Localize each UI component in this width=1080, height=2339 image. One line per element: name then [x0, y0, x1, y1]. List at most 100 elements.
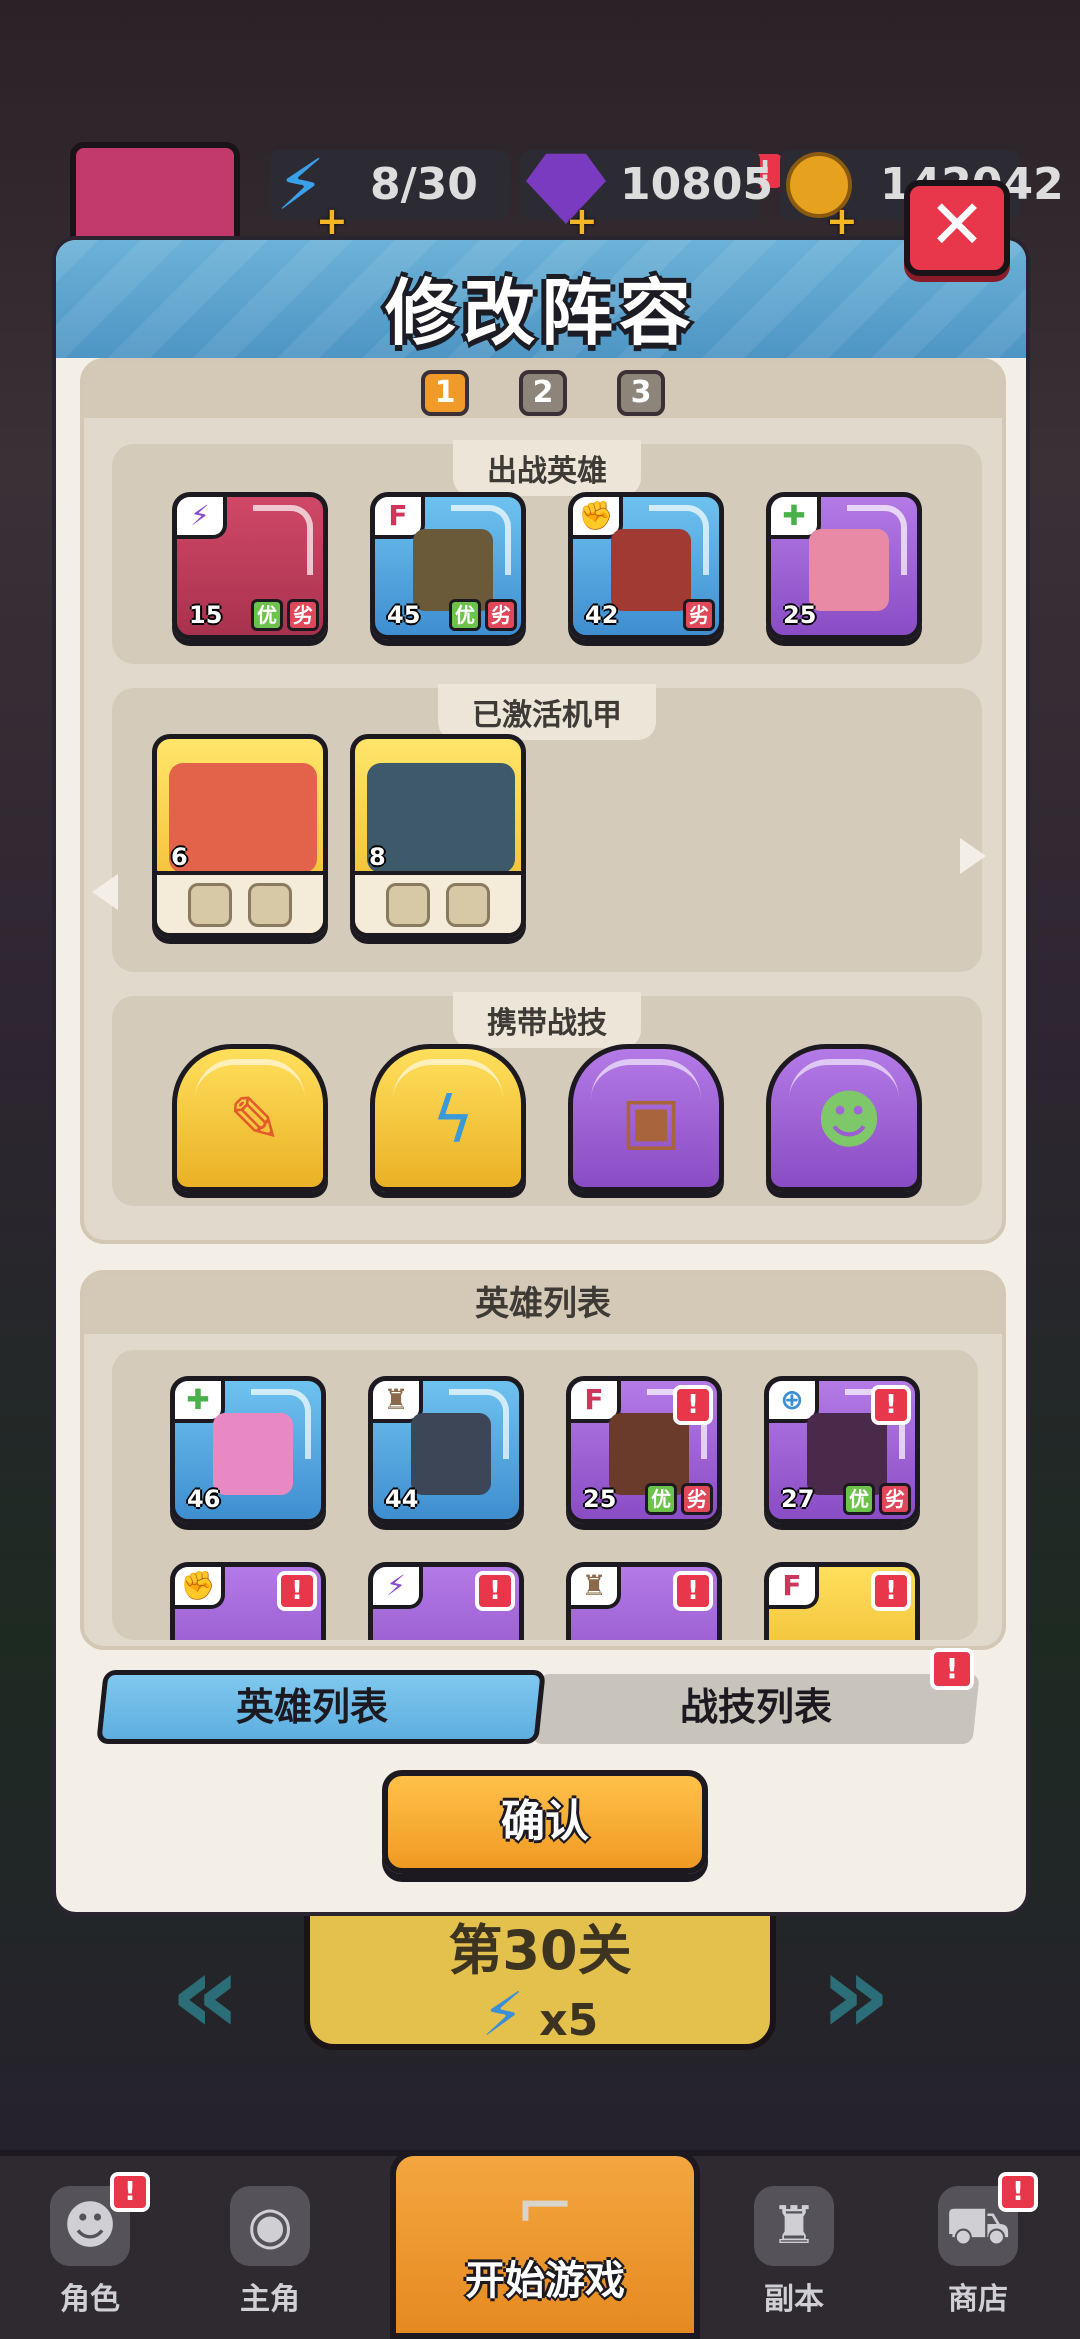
mech-portrait: [367, 763, 515, 873]
stage-cost: ⚡ x5: [310, 1980, 770, 2050]
hero-list-item[interactable]: ⊕ ! 27 优 劣: [764, 1376, 920, 1524]
stage-cost-value: x5: [539, 1995, 599, 2046]
hero-slot-3[interactable]: ✊ 42 劣: [568, 492, 724, 640]
fist-icon: ✊: [175, 1567, 225, 1609]
hero-slot-1[interactable]: ⚡ 15 优 劣: [172, 492, 328, 640]
hero-level: 42: [585, 601, 619, 629]
nav-dungeon[interactable]: ♜ 副本: [724, 2186, 864, 2318]
mech-pilots: [157, 871, 323, 933]
hero-level: 45: [387, 601, 421, 629]
nav-alert-badge: !: [110, 2172, 150, 2212]
stage-panel: 第30关 ⚡ x5: [304, 1900, 776, 2050]
lineup-tabs: 1 2 3: [84, 362, 1002, 418]
bolt-skill-icon: ϟ: [431, 1084, 475, 1158]
hero-list-item[interactable]: ♜ !: [566, 1562, 722, 1640]
nav-protagonist[interactable]: ◉ 主角: [200, 2186, 340, 2318]
hero-list-title: 英雄列表: [84, 1274, 1002, 1334]
mech-card-2[interactable]: 8: [350, 734, 526, 938]
weakness-tag: 劣: [683, 599, 715, 631]
weakness-tag: 劣: [287, 599, 319, 631]
rook-icon: ♜: [571, 1567, 621, 1609]
edit-lineup-modal: 修改阵容 1 2 3 出战英雄 ⚡ 15 优 劣 F 45 优 劣 ✊ 42 劣…: [52, 236, 1030, 1916]
hero-level: 25: [583, 1485, 617, 1513]
gem-counter[interactable]: + 10805: [520, 150, 773, 243]
hero-level: 46: [187, 1485, 221, 1513]
section-label-skills: 携带战技: [453, 992, 641, 1048]
hero-list-panel: 英雄列表 ✚ 46 ♜ 44 F ! 25 优 劣 ⊕ ! 27 优 劣 ✊ !…: [80, 1270, 1006, 1650]
hero-level: 25: [783, 601, 817, 629]
lineup-panel: 1 2 3 出战英雄 ⚡ 15 优 劣 F 45 优 劣 ✊ 42 劣 ✚ 25…: [80, 358, 1006, 1244]
skill-slot-4[interactable]: ☻: [766, 1044, 922, 1192]
weakness-tag: 劣: [681, 1483, 713, 1515]
skill-slot-3[interactable]: ▣: [568, 1044, 724, 1192]
new-alert-badge: !: [871, 1385, 911, 1425]
next-stage-chevron-icon[interactable]: »: [820, 1930, 891, 2058]
pilot-avatar: [446, 883, 490, 927]
start-game-button[interactable]: ⌐ 开始游戏: [390, 2150, 700, 2339]
mech-level: 8: [369, 843, 386, 871]
pencil-skill-icon: ✎: [228, 1084, 282, 1158]
hero-portrait: [611, 529, 691, 611]
hero-slot-2[interactable]: F 45 优 劣: [370, 492, 526, 640]
nav-shop[interactable]: ⛟ 商店 !: [908, 2172, 1048, 2318]
skill-slot-1[interactable]: ✎: [172, 1044, 328, 1192]
prev-stage-chevron-icon[interactable]: «: [170, 1930, 241, 2058]
lineup-tab-2[interactable]: 2: [519, 370, 567, 416]
hero-list-item[interactable]: F ! 25 优 劣: [566, 1376, 722, 1524]
lineup-tab-3[interactable]: 3: [617, 370, 665, 416]
shield-skill-icon: ▣: [620, 1084, 682, 1158]
zombie-skill-icon: ☻: [815, 1084, 883, 1158]
weakness-tag: 劣: [879, 1483, 911, 1515]
hero-list-item[interactable]: ✚ 46: [170, 1376, 326, 1524]
strength-tag: 优: [843, 1483, 875, 1515]
section-label-mechs: 已激活机甲: [438, 684, 656, 740]
castle-icon: ♜: [754, 2186, 834, 2266]
gun-icon: F: [769, 1567, 819, 1609]
mech-next-arrow-icon[interactable]: [960, 838, 986, 874]
nav-roles[interactable]: ☻ 角色 !: [20, 2172, 160, 2318]
hero-list-item[interactable]: ♜ 44: [368, 1376, 524, 1524]
nav-alert-badge: !: [998, 2172, 1038, 2212]
skill-slot-2[interactable]: ϟ: [370, 1044, 526, 1192]
hero-level: 44: [385, 1485, 419, 1513]
pilot-avatar: [386, 883, 430, 927]
protagonist-icon: ◉: [230, 2186, 310, 2266]
new-alert-badge: !: [871, 1571, 911, 1611]
confirm-button[interactable]: 确认: [382, 1770, 708, 1874]
mech-prev-arrow-icon[interactable]: [92, 874, 118, 910]
mech-portrait: [169, 763, 317, 873]
strength-tag: 优: [449, 599, 481, 631]
new-alert-badge: !: [277, 1571, 317, 1611]
hero-list-item[interactable]: ✊ !: [170, 1562, 326, 1640]
tab-hero-list-label: 英雄列表: [236, 1685, 389, 1729]
lightning-icon: ⚡: [373, 1567, 423, 1609]
start-game-label: 开始游戏: [465, 2258, 625, 2304]
mech-card-1[interactable]: 6: [152, 734, 328, 938]
lineup-tab-1[interactable]: 1: [421, 370, 469, 416]
skills-section: 携带战技 ✎ ϟ ▣ ☻: [112, 992, 982, 1206]
new-alert-badge: !: [475, 1571, 515, 1611]
hero-list-item[interactable]: ⚡ !: [368, 1562, 524, 1640]
weakness-tag: 劣: [485, 599, 517, 631]
pistol-icon: ⌐: [514, 2164, 576, 2248]
hero-level: 27: [781, 1485, 815, 1513]
hero-list-grid[interactable]: ✚ 46 ♜ 44 F ! 25 优 劣 ⊕ ! 27 优 劣 ✊ ! ⚡ ! …: [112, 1350, 978, 1640]
pilot-avatar: [188, 883, 232, 927]
close-icon[interactable]: ✕: [904, 180, 1010, 276]
new-alert-badge: !: [673, 1385, 713, 1425]
tab-skill-list-label: 战技列表: [680, 1685, 833, 1729]
mech-level: 6: [171, 843, 188, 871]
list-toggle: 英雄列表 战技列表 !: [96, 1648, 980, 1744]
nav-shop-label: 商店: [948, 2282, 1008, 2317]
energy-counter[interactable]: ⚡ + 8/30 !: [270, 146, 782, 243]
hero-portrait: [411, 1413, 491, 1495]
strength-tag: 优: [251, 599, 283, 631]
strength-tag: 优: [645, 1483, 677, 1515]
hero-list-item[interactable]: F !: [764, 1562, 920, 1640]
active-mechs-section: 已激活机甲 6 8: [92, 684, 986, 972]
skill-list-alert-badge: !: [930, 1648, 974, 1690]
hero-slot-4[interactable]: ✚ 25: [766, 492, 922, 640]
mech-pilots: [355, 871, 521, 933]
hero-portrait: [809, 529, 889, 611]
nav-dungeon-label: 副本: [764, 2282, 824, 2317]
